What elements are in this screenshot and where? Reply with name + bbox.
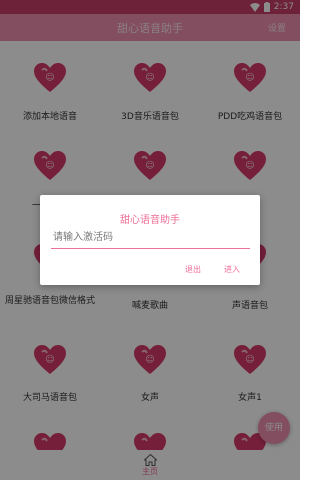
- dialog-title: 甜心语音助手: [120, 215, 180, 226]
- activation-code-input[interactable]: [51, 228, 250, 249]
- enter-button[interactable]: 进入: [224, 264, 240, 275]
- activation-dialog: 甜心语音助手 退出 进入: [40, 195, 260, 285]
- exit-button[interactable]: 退出: [185, 264, 201, 275]
